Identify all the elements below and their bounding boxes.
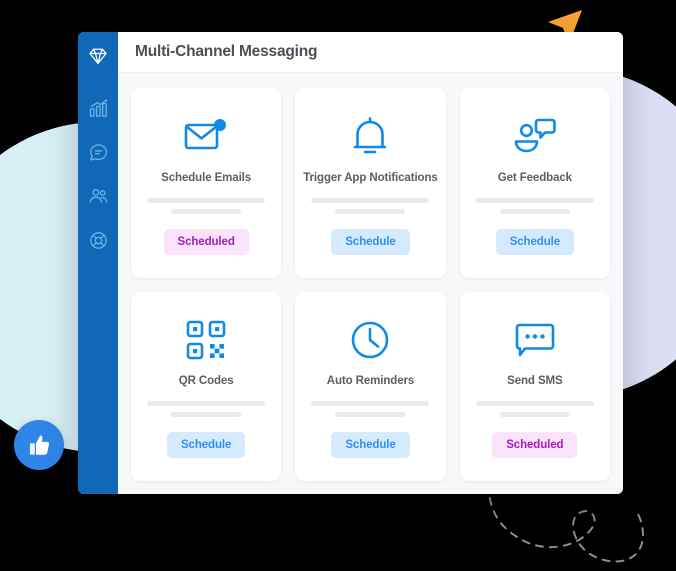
sidebar-item-analytics[interactable]	[86, 96, 110, 120]
analytics-icon	[89, 98, 107, 117]
card-title: Auto Reminders	[326, 375, 415, 388]
card-send-sms[interactable]: Send SMS Scheduled	[459, 291, 610, 481]
placeholder-bar-wide	[475, 197, 594, 203]
cards-grid: Schedule Emails Scheduled Trigger App No…	[118, 73, 623, 494]
scene: Multi-Channel Messaging Schedule Emails …	[0, 0, 676, 571]
card-title: Send SMS	[507, 375, 563, 388]
card-qr-codes[interactable]: QR Codes Schedule	[131, 291, 282, 481]
card-icon-wrap	[512, 111, 558, 163]
placeholder-bar-narrow	[171, 412, 242, 418]
placeholder-bar-wide	[311, 197, 430, 203]
card-action-button[interactable]: Scheduled	[163, 228, 249, 255]
page-title: Multi-Channel Messaging	[135, 43, 318, 60]
card-title: Trigger App Notifications	[303, 171, 438, 184]
app-window: Multi-Channel Messaging Schedule Emails …	[78, 32, 623, 494]
card-title: QR Codes	[178, 375, 234, 388]
placeholder-bar-narrow	[335, 412, 406, 418]
card-action-button[interactable]: Schedule	[495, 228, 575, 255]
placeholder-bar-narrow	[499, 208, 570, 214]
logo-diamond-icon	[89, 48, 107, 64]
sidebar-item-support[interactable]	[86, 228, 110, 252]
main-region: Multi-Channel Messaging Schedule Emails …	[118, 32, 623, 494]
placeholder-bar-wide	[475, 401, 594, 407]
placeholder-bar-wide	[147, 401, 266, 407]
title-bar: Multi-Channel Messaging	[118, 32, 623, 73]
card-icon-wrap	[185, 314, 227, 366]
card-action-button[interactable]: Schedule	[166, 432, 246, 459]
card-auto-reminders[interactable]: Auto Reminders Schedule	[295, 291, 446, 481]
card-icon-wrap	[350, 111, 390, 163]
card-get-feedback[interactable]: Get Feedback Schedule	[459, 88, 610, 278]
card-icon-wrap	[514, 314, 556, 366]
qr-code-icon	[186, 321, 226, 360]
placeholder-bar-wide	[311, 401, 430, 407]
card-trigger-app-notifications[interactable]: Trigger App Notifications Schedule	[295, 88, 446, 278]
card-schedule-emails[interactable]: Schedule Emails Scheduled	[131, 88, 282, 278]
sidebar-item-logo[interactable]	[86, 44, 110, 68]
clock-icon	[352, 322, 389, 359]
support-icon	[89, 231, 107, 249]
card-title: Get Feedback	[497, 171, 572, 184]
card-icon-wrap	[349, 314, 391, 366]
placeholder-bar-wide	[147, 197, 266, 203]
placeholder-bar-narrow	[171, 208, 242, 214]
card-title: Schedule Emails	[161, 171, 252, 184]
sidebar-item-contacts[interactable]	[86, 184, 110, 208]
card-icon-wrap	[183, 111, 229, 163]
chat-icon	[89, 143, 107, 161]
sms-bubble-icon	[515, 324, 555, 357]
placeholder-bar-narrow	[499, 412, 570, 418]
people-icon	[89, 188, 107, 203]
card-action-button[interactable]: Schedule	[331, 228, 410, 255]
bell-icon	[354, 116, 387, 154]
sidebar-item-messages[interactable]	[86, 140, 110, 164]
sidebar	[78, 32, 118, 494]
placeholder-bar-narrow	[335, 208, 406, 214]
card-action-button[interactable]: Schedule	[331, 432, 410, 459]
envelope-notification-icon	[184, 118, 227, 150]
thumbs-up-icon	[29, 435, 50, 455]
feedback-person-icon	[514, 118, 556, 153]
card-action-button[interactable]: Scheduled	[492, 432, 578, 459]
floating-thumbs-up-badge[interactable]	[14, 420, 64, 470]
